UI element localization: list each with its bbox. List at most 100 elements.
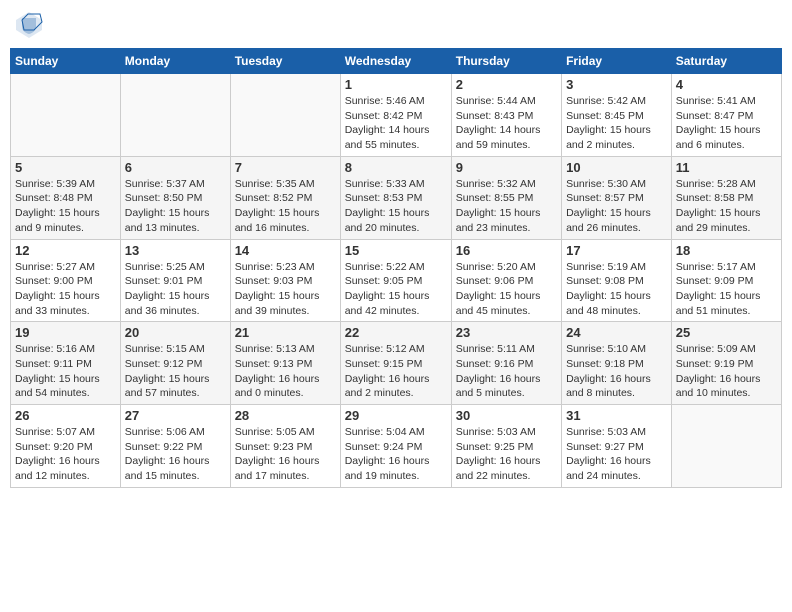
calendar-cell: 7Sunrise: 5:35 AM Sunset: 8:52 PM Daylig… [230, 156, 340, 239]
day-info: Sunrise: 5:39 AM Sunset: 8:48 PM Dayligh… [15, 177, 116, 236]
day-info: Sunrise: 5:13 AM Sunset: 9:13 PM Dayligh… [235, 342, 336, 401]
calendar-cell: 20 Sunrise: 5:15 AM Sunset: 9:12 PM Dayli… [120, 322, 230, 405]
calendar-cell: 10 Sunrise: 5:30 AM Sunset: 8:57 PM Dayli… [562, 156, 672, 239]
calendar-cell: 11Sunrise: 5:28 AM Sunset: 8:58 PM Dayli… [671, 156, 781, 239]
day-info: Sunrise: 5:05 AM Sunset: 9:23 PM Dayligh… [235, 425, 336, 484]
page-header [10, 10, 782, 40]
calendar-cell: 13 Sunrise: 5:25 AM Sunset: 9:01 PM Dayli… [120, 239, 230, 322]
calendar-cell: 16 Sunrise: 5:20 AM Sunset: 9:06 PM Dayli… [451, 239, 561, 322]
day-info: Sunrise: 5:22 AM Sunset: 9:05 PM Dayligh… [345, 260, 447, 319]
day-info: Sunrise: 5:32 AM Sunset: 8:55 PM Dayligh… [456, 177, 557, 236]
day-number: 1 [345, 77, 447, 92]
calendar-cell: 2 Sunrise: 5:44 AM Sunset: 8:43 PM Daylig… [451, 74, 561, 157]
calendar-cell: 6 Sunrise: 5:37 AM Sunset: 8:50 PM Daylig… [120, 156, 230, 239]
calendar-cell: 21 Sunrise: 5:13 AM Sunset: 9:13 PM Dayli… [230, 322, 340, 405]
calendar-cell: 29Sunrise: 5:04 AM Sunset: 9:24 PM Dayli… [340, 405, 451, 488]
day-number: 18 [676, 243, 777, 258]
day-number: 19 [15, 325, 116, 340]
calendar-table: SundayMondayTuesdayWednesdayThursdayFrid… [10, 48, 782, 488]
day-info: Sunrise: 5:33 AM Sunset: 8:53 PM Dayligh… [345, 177, 447, 236]
day-number: 6 [125, 160, 226, 175]
day-info: Sunrise: 5:10 AM Sunset: 9:18 PM Dayligh… [566, 342, 667, 401]
calendar-week-2: 5 Sunrise: 5:39 AM Sunset: 8:48 PM Daylig… [11, 156, 782, 239]
calendar-cell: 1 Sunrise: 5:46 AM Sunset: 8:42 PM Daylig… [340, 74, 451, 157]
calendar-cell: 23 Sunrise: 5:11 AM Sunset: 9:16 PM Dayli… [451, 322, 561, 405]
calendar-cell: 3 Sunrise: 5:42 AM Sunset: 8:45 PM Daylig… [562, 74, 672, 157]
day-number: 25 [676, 325, 777, 340]
calendar-week-3: 12 Sunrise: 5:27 AM Sunset: 9:00 PM Dayli… [11, 239, 782, 322]
day-number: 16 [456, 243, 557, 258]
weekday-header-friday: Friday [562, 49, 672, 74]
logo [14, 10, 48, 40]
day-info: Sunrise: 5:16 AM Sunset: 9:11 PM Dayligh… [15, 342, 116, 401]
day-number: 31 [566, 408, 667, 423]
weekday-header-tuesday: Tuesday [230, 49, 340, 74]
day-number: 8 [345, 160, 447, 175]
day-number: 29 [345, 408, 447, 423]
day-info: Sunrise: 5:46 AM Sunset: 8:42 PM Dayligh… [345, 94, 447, 153]
calendar-cell: 8 Sunrise: 5:33 AM Sunset: 8:53 PM Daylig… [340, 156, 451, 239]
day-info: Sunrise: 5:15 AM Sunset: 9:12 PM Dayligh… [125, 342, 226, 401]
calendar-week-1: 1 Sunrise: 5:46 AM Sunset: 8:42 PM Daylig… [11, 74, 782, 157]
day-info: Sunrise: 5:06 AM Sunset: 9:22 PM Dayligh… [125, 425, 226, 484]
day-number: 5 [15, 160, 116, 175]
calendar-cell: 28 Sunrise: 5:05 AM Sunset: 9:23 PM Dayli… [230, 405, 340, 488]
day-info: Sunrise: 5:37 AM Sunset: 8:50 PM Dayligh… [125, 177, 226, 236]
day-number: 23 [456, 325, 557, 340]
logo-icon [14, 10, 44, 40]
day-info: Sunrise: 5:19 AM Sunset: 9:08 PM Dayligh… [566, 260, 667, 319]
calendar-cell: 4 Sunrise: 5:41 AM Sunset: 8:47 PM Daylig… [671, 74, 781, 157]
day-number: 12 [15, 243, 116, 258]
day-number: 20 [125, 325, 226, 340]
calendar-cell: 12 Sunrise: 5:27 AM Sunset: 9:00 PM Dayli… [11, 239, 121, 322]
day-number: 13 [125, 243, 226, 258]
day-number: 10 [566, 160, 667, 175]
day-info: Sunrise: 5:11 AM Sunset: 9:16 PM Dayligh… [456, 342, 557, 401]
day-number: 26 [15, 408, 116, 423]
day-number: 4 [676, 77, 777, 92]
calendar-cell [671, 405, 781, 488]
calendar-cell: 26 Sunrise: 5:07 AM Sunset: 9:20 PM Dayli… [11, 405, 121, 488]
calendar-cell [230, 74, 340, 157]
day-info: Sunrise: 5:44 AM Sunset: 8:43 PM Dayligh… [456, 94, 557, 153]
day-number: 3 [566, 77, 667, 92]
calendar-cell [120, 74, 230, 157]
day-info: Sunrise: 5:35 AM Sunset: 8:52 PM Dayligh… [235, 177, 336, 236]
day-info: Sunrise: 5:30 AM Sunset: 8:57 PM Dayligh… [566, 177, 667, 236]
calendar-cell: 9 Sunrise: 5:32 AM Sunset: 8:55 PM Daylig… [451, 156, 561, 239]
weekday-header-thursday: Thursday [451, 49, 561, 74]
day-number: 9 [456, 160, 557, 175]
day-number: 15 [345, 243, 447, 258]
day-info: Sunrise: 5:20 AM Sunset: 9:06 PM Dayligh… [456, 260, 557, 319]
calendar-week-5: 26 Sunrise: 5:07 AM Sunset: 9:20 PM Dayli… [11, 405, 782, 488]
day-info: Sunrise: 5:41 AM Sunset: 8:47 PM Dayligh… [676, 94, 777, 153]
calendar-cell: 30Sunrise: 5:03 AM Sunset: 9:25 PM Dayli… [451, 405, 561, 488]
calendar-cell: 27 Sunrise: 5:06 AM Sunset: 9:22 PM Dayli… [120, 405, 230, 488]
weekday-header-saturday: Saturday [671, 49, 781, 74]
day-info: Sunrise: 5:42 AM Sunset: 8:45 PM Dayligh… [566, 94, 667, 153]
day-number: 28 [235, 408, 336, 423]
calendar-cell [11, 74, 121, 157]
day-number: 14 [235, 243, 336, 258]
calendar-cell: 17Sunrise: 5:19 AM Sunset: 9:08 PM Dayli… [562, 239, 672, 322]
calendar-cell: 31 Sunrise: 5:03 AM Sunset: 9:27 PM Dayli… [562, 405, 672, 488]
calendar-week-4: 19 Sunrise: 5:16 AM Sunset: 9:11 PM Dayli… [11, 322, 782, 405]
calendar-cell: 14 Sunrise: 5:23 AM Sunset: 9:03 PM Dayli… [230, 239, 340, 322]
day-info: Sunrise: 5:17 AM Sunset: 9:09 PM Dayligh… [676, 260, 777, 319]
day-info: Sunrise: 5:25 AM Sunset: 9:01 PM Dayligh… [125, 260, 226, 319]
day-info: Sunrise: 5:27 AM Sunset: 9:00 PM Dayligh… [15, 260, 116, 319]
day-number: 2 [456, 77, 557, 92]
day-number: 27 [125, 408, 226, 423]
day-info: Sunrise: 5:03 AM Sunset: 9:27 PM Dayligh… [566, 425, 667, 484]
calendar-cell: 18 Sunrise: 5:17 AM Sunset: 9:09 PM Dayli… [671, 239, 781, 322]
day-info: Sunrise: 5:23 AM Sunset: 9:03 PM Dayligh… [235, 260, 336, 319]
day-number: 22 [345, 325, 447, 340]
day-info: Sunrise: 5:07 AM Sunset: 9:20 PM Dayligh… [15, 425, 116, 484]
day-info: Sunrise: 5:12 AM Sunset: 9:15 PM Dayligh… [345, 342, 447, 401]
weekday-header-sunday: Sunday [11, 49, 121, 74]
calendar-cell: 25Sunrise: 5:09 AM Sunset: 9:19 PM Dayli… [671, 322, 781, 405]
day-number: 24 [566, 325, 667, 340]
weekday-header-monday: Monday [120, 49, 230, 74]
calendar-cell: 15 Sunrise: 5:22 AM Sunset: 9:05 PM Dayli… [340, 239, 451, 322]
day-number: 21 [235, 325, 336, 340]
